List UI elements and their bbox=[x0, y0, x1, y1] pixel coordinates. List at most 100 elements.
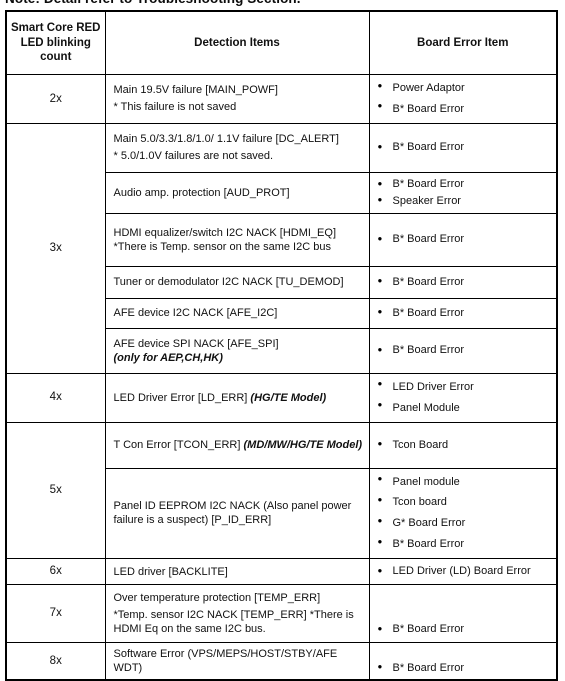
board-error-list: B* Board Error Speaker Error bbox=[376, 176, 553, 209]
detection-cell-hdmi-eq: HDMI equalizer/switch I2C NACK [HDMI_EQ]… bbox=[104, 212, 370, 267]
board-error-cell-2x: Power Adaptor B* Board Error bbox=[368, 74, 558, 124]
detection-cell-ld-err: LED Driver Error [LD_ERR] (HG/TE Model) bbox=[104, 372, 370, 423]
board-error-list: B* Board Error bbox=[376, 273, 553, 291]
board-error-item: Panel Module bbox=[376, 397, 553, 419]
detection-line: HDMI equalizer/switch I2C NACK [HDMI_EQ] bbox=[113, 226, 337, 239]
table-row: 2x Main 19.5V failure [MAIN_POWF] * This… bbox=[5, 74, 558, 124]
board-error-list: Panel module Tcon board G* Board Error B… bbox=[376, 471, 553, 556]
board-error-item: Speaker Error bbox=[376, 192, 553, 210]
board-error-list: B* Board Error bbox=[376, 621, 553, 638]
detection-line: * 5.0/1.0V failures are not saved. bbox=[113, 150, 274, 163]
board-error-list: Power Adaptor B* Board Error bbox=[376, 78, 553, 120]
table-body: 2x Main 19.5V failure [MAIN_POWF] * This… bbox=[5, 74, 558, 681]
detection-note-italic: (MD/MW/HG/TE Model) bbox=[243, 439, 363, 452]
detection-line: Software Error (VPS/MEPS/HOST/STBY/AFE W… bbox=[113, 648, 338, 675]
detection-line: Panel ID EEPROM I2C NACK (Also panel pow… bbox=[113, 500, 352, 527]
board-error-item: B* Board Error bbox=[376, 176, 553, 193]
board-error-list: B* Board Error bbox=[376, 139, 553, 156]
board-error-item: Tcon board bbox=[376, 492, 553, 513]
board-error-item: Tcon Board bbox=[376, 436, 553, 454]
detection-text: LED Driver Error [LD_ERR] bbox=[113, 391, 251, 404]
detection-text: T Con Error [TCON_ERR] bbox=[113, 439, 244, 452]
board-error-item: LED Driver Error bbox=[376, 376, 553, 398]
table-row: 5x T Con Error [TCON_ERR] (MD/MW/HG/TE M… bbox=[5, 421, 558, 560]
detection-line: LED driver [BACKLITE] bbox=[113, 565, 228, 578]
board-error-list: LED Driver (LD) Board Error bbox=[376, 563, 553, 580]
detection-cell-p-id-err: Panel ID EEPROM I2C NACK (Also panel pow… bbox=[104, 467, 370, 560]
table-header-row: Smart Core RED LED blinking count Detect… bbox=[5, 10, 558, 75]
board-error-cell-7x: B* Board Error bbox=[368, 584, 558, 644]
board-error-cell-dc-alert: B* Board Error bbox=[368, 122, 558, 173]
table-row: 7x Over temperature protection [TEMP_ERR… bbox=[5, 584, 558, 644]
table-row: 6x LED driver [BACKLITE] LED Driver (LD)… bbox=[5, 558, 558, 586]
detection-line: Over temperature protection [TEMP_ERR] bbox=[113, 592, 321, 604]
detection-cell-aud-prot: Audio amp. protection [AUD_PROT] bbox=[104, 171, 370, 214]
detection-line: AFE device SPI NACK [AFE_SPI] bbox=[113, 337, 279, 350]
board-error-item: Panel module bbox=[376, 471, 553, 493]
board-error-cell-8x: B* Board Error bbox=[368, 642, 558, 681]
led-blink-error-table: Smart Core RED LED blinking count Detect… bbox=[5, 10, 558, 681]
blink-count-4x: 4x bbox=[5, 372, 106, 423]
table-row: 3x Main 5.0/3.3/1.8/1.0/ 1.1V failure [D… bbox=[5, 122, 558, 374]
board-error-item: B* Board Error bbox=[376, 534, 553, 555]
detection-cell-2x: Main 19.5V failure [MAIN_POWF] * This fa… bbox=[104, 74, 370, 124]
detection-cell-afe-i2c: AFE device I2C NACK [AFE_I2C] bbox=[104, 297, 370, 329]
detection-line: *There is Temp. sensor on the same I2C b… bbox=[113, 240, 331, 253]
blink-count-3x: 3x bbox=[5, 122, 106, 374]
detection-line: T Con Error [TCON_ERR] (MD/MW/HG/TE Mode… bbox=[114, 438, 363, 452]
detection-line: Main 5.0/3.3/1.8/1.0/ 1.1V failure [DC_A… bbox=[113, 133, 339, 146]
board-error-cell-hdmi-eq: B* Board Error bbox=[368, 212, 558, 267]
detection-cell-tcon-err: T Con Error [TCON_ERR] (MD/MW/HG/TE Mode… bbox=[104, 421, 370, 469]
detection-line: *Temp. sensor I2C NACK [TEMP_ERR] *There… bbox=[113, 609, 354, 636]
column-header-board-error-item: Board Error Item bbox=[368, 10, 558, 75]
detection-cell-backlite: LED driver [BACKLITE] bbox=[104, 558, 370, 586]
board-error-item: B* Board Error bbox=[376, 231, 553, 248]
detection-note-italic: (HG/TE Model) bbox=[250, 391, 327, 404]
blink-count-7x: 7x bbox=[5, 584, 106, 644]
board-error-item: Power Adaptor bbox=[376, 78, 553, 99]
board-error-item: B* Board Error bbox=[376, 342, 553, 359]
board-error-list: LED Driver Error Panel Module bbox=[376, 376, 553, 419]
board-error-cell-p-id-err: Panel module Tcon board G* Board Error B… bbox=[368, 467, 558, 560]
board-error-item: B* Board Error bbox=[376, 659, 553, 677]
board-error-cell-aud-prot: B* Board Error Speaker Error bbox=[368, 171, 558, 214]
board-error-list: B* Board Error bbox=[376, 659, 553, 677]
detection-cell-dc-alert: Main 5.0/3.3/1.8/1.0/ 1.1V failure [DC_A… bbox=[104, 122, 370, 173]
table-row: 4x LED Driver Error [LD_ERR] (HG/TE Mode… bbox=[5, 372, 558, 423]
board-error-item: B* Board Error bbox=[376, 139, 553, 156]
board-error-cell-4x: LED Driver Error Panel Module bbox=[368, 372, 558, 423]
board-error-item: B* Board Error bbox=[376, 621, 553, 638]
blink-count-2x: 2x bbox=[5, 74, 106, 124]
board-error-cell-tcon-err: Tcon Board bbox=[368, 421, 558, 469]
board-error-item: LED Driver (LD) Board Error bbox=[376, 563, 553, 580]
page-root: Note: Detail refer to Troubleshooting Se… bbox=[0, 0, 565, 681]
blink-count-6x: 6x bbox=[5, 558, 106, 586]
blink-count-8x: 8x bbox=[5, 642, 106, 681]
detection-cell-sw-err: Software Error (VPS/MEPS/HOST/STBY/AFE W… bbox=[104, 642, 370, 681]
column-header-blink-count: Smart Core RED LED blinking count bbox=[5, 10, 106, 75]
detection-cell-temp-err: Over temperature protection [TEMP_ERR] *… bbox=[104, 584, 370, 644]
table-row: 8x Software Error (VPS/MEPS/HOST/STBY/AF… bbox=[5, 642, 558, 681]
board-error-list: B* Board Error bbox=[376, 342, 553, 359]
board-error-list: Tcon Board bbox=[376, 436, 553, 454]
board-error-item: B* Board Error bbox=[376, 273, 553, 291]
detection-note-italic: (only for AEP,CH,HK) bbox=[113, 351, 223, 364]
board-error-cell-6x: LED Driver (LD) Board Error bbox=[368, 558, 558, 586]
detection-cell-afe-spi: AFE device SPI NACK [AFE_SPI] (only for … bbox=[104, 327, 370, 374]
detection-cell-tu-demod: Tuner or demodulator I2C NACK [TU_DEMOD] bbox=[104, 265, 370, 299]
blink-count-5x: 5x bbox=[5, 421, 106, 560]
board-error-list: B* Board Error bbox=[376, 231, 553, 248]
board-error-item: B* Board Error bbox=[376, 98, 553, 120]
detection-line: Tuner or demodulator I2C NACK [TU_DEMOD] bbox=[113, 276, 344, 289]
board-error-item: G* Board Error bbox=[376, 513, 553, 534]
board-error-cell-afe-spi: B* Board Error bbox=[368, 327, 558, 374]
board-error-list: B* Board Error bbox=[376, 304, 553, 322]
board-error-item: B* Board Error bbox=[376, 304, 553, 322]
detection-line: * This failure is not saved bbox=[113, 101, 237, 114]
document-heading: Note: Detail refer to Troubleshooting Se… bbox=[5, 0, 301, 6]
detection-line: Main 19.5V failure [MAIN_POWF] bbox=[113, 84, 278, 97]
column-header-detection-items: Detection Items bbox=[104, 10, 370, 75]
detection-line: LED Driver Error [LD_ERR] (HG/TE Model) bbox=[114, 391, 363, 405]
detection-line: Audio amp. protection [AUD_PROT] bbox=[113, 186, 290, 199]
table-header: Smart Core RED LED blinking count Detect… bbox=[5, 10, 558, 75]
